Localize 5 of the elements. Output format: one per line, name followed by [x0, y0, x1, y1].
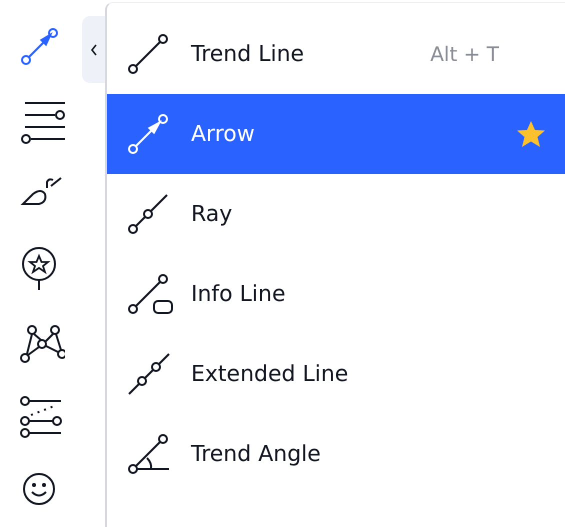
shortcut-label: Alt + T: [430, 42, 499, 66]
menu-item[interactable]: Arrow: [107, 94, 565, 174]
levels-icon[interactable]: [17, 393, 65, 440]
info-line-icon: [127, 271, 173, 317]
chevron-icon: [90, 44, 98, 56]
